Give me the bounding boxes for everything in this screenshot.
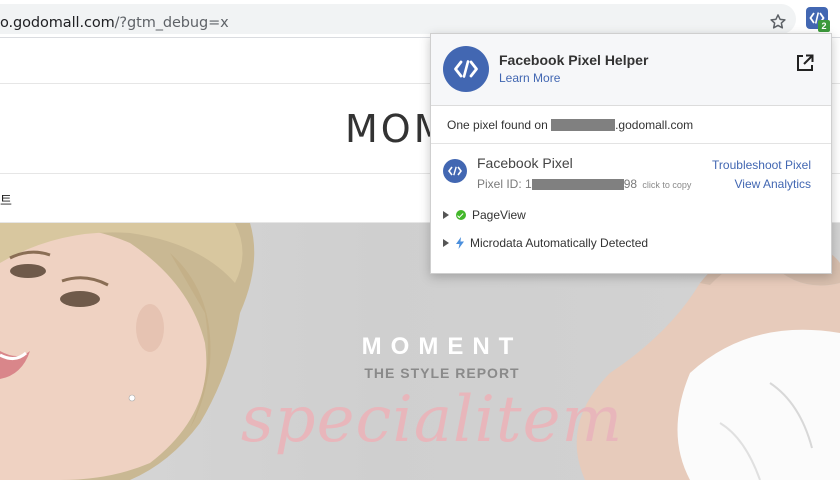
view-analytics-link[interactable]: View Analytics: [735, 177, 811, 191]
address-bar[interactable]: o.godomall.com/?gtm_debug=x: [0, 4, 796, 34]
popup-header: Facebook Pixel Helper Learn More: [431, 34, 831, 106]
pixel-id-suffix: 98: [623, 177, 638, 191]
event-name: PageView: [472, 208, 526, 222]
redacted-block: [531, 179, 624, 190]
lightning-icon: [456, 237, 464, 249]
troubleshoot-pixel-link[interactable]: Troubleshoot Pixel: [712, 158, 811, 172]
pixel-icon: [443, 159, 467, 183]
hero-subtitle: THE STYLE REPORT: [364, 365, 520, 381]
pixel-helper-popup: Facebook Pixel Helper Learn More One pix…: [430, 33, 832, 274]
event-name: Microdata Automatically Detected: [470, 236, 649, 250]
redacted-block: [551, 119, 616, 131]
code-brackets-icon: [448, 166, 462, 176]
url-host: o.godomall.com: [0, 15, 115, 31]
url-text[interactable]: o.godomall.com/?gtm_debug=x: [0, 15, 229, 31]
click-to-copy-hint[interactable]: click to copy: [642, 180, 691, 190]
pixel-name: Facebook Pixel: [477, 155, 573, 171]
check-circle-icon: [456, 210, 466, 220]
hero-title: MOMENT: [361, 333, 523, 360]
expand-triangle-icon[interactable]: [443, 211, 449, 219]
event-row-pageview[interactable]: PageView: [443, 208, 526, 222]
pixel-helper-logo: [443, 46, 489, 92]
hero-script-text: specialitem: [240, 383, 624, 457]
expand-triangle-icon[interactable]: [443, 239, 449, 247]
learn-more-link[interactable]: Learn More: [499, 71, 560, 85]
nav-item[interactable]: 트: [0, 190, 12, 209]
pixels-found-row: One pixel found on .godomall.com: [431, 106, 831, 144]
popup-title: Facebook Pixel Helper: [499, 52, 649, 68]
found-domain: .godomall.com: [615, 118, 694, 132]
found-prefix: One pixel found on: [447, 118, 548, 132]
event-row-microdata[interactable]: Microdata Automatically Detected: [443, 236, 648, 250]
url-path: /?gtm_debug=x: [114, 15, 229, 31]
pixel-id-prefix: Pixel ID: 1: [477, 177, 532, 191]
pixels-found-text: One pixel found on .godomall.com: [447, 118, 693, 132]
pixel-id[interactable]: Pixel ID: 1 98 click to copy: [477, 177, 691, 191]
extension-badge: 2: [818, 20, 830, 32]
star-icon[interactable]: [768, 12, 788, 32]
code-brackets-icon: [454, 60, 478, 78]
external-link-icon[interactable]: [795, 53, 815, 73]
